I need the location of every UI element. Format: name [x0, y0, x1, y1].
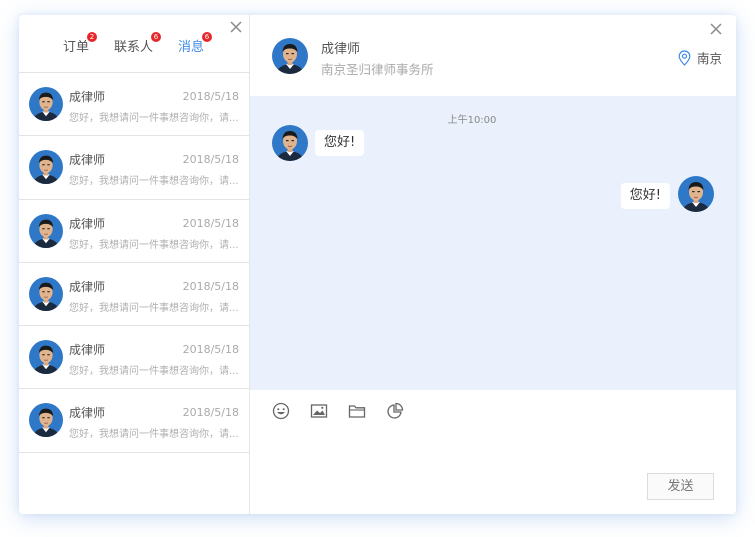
conversation-preview: 您好，我想请问一件事想咨询你，请... [69, 239, 239, 251]
tab-orders-label: 订单 [63, 40, 90, 55]
avatar [272, 125, 308, 161]
tab-contacts[interactable]: 联系人 6 [114, 32, 162, 55]
conversation-name: 成律师 [69, 216, 106, 231]
avatar [678, 176, 714, 212]
tab-messages-label: 消息 [178, 40, 205, 55]
composer-toolbar [250, 390, 736, 430]
send-button[interactable]: 发送 [647, 473, 714, 500]
conversation-date: 2018/5/18 [182, 406, 239, 420]
close-icon[interactable] [229, 20, 243, 34]
tab-messages-badge: 6 [202, 32, 213, 42]
message-area[interactable]: 上午10:00 您好! 您好! [250, 96, 736, 390]
avatar [29, 340, 63, 374]
conversation-preview: 您好，我想请问一件事想咨询你，请... [69, 302, 239, 314]
avatar [272, 38, 308, 74]
message-bubble-received: 您好! [315, 130, 365, 156]
tab-messages[interactable]: 消息 6 [178, 32, 213, 55]
conversation-name: 成律师 [69, 153, 106, 168]
contact-firm: 南京圣归律师事务所 [321, 62, 434, 77]
conversation-name: 成律师 [69, 90, 106, 104]
list-item[interactable]: 成律师 2018/5/18 您好，我想请问一件事想咨询你，请... [19, 263, 250, 327]
conversation-name: 成律师 [69, 343, 106, 358]
avatar [29, 150, 63, 184]
conversation-date: 2018/5/18 [182, 216, 239, 230]
avatar [29, 214, 63, 248]
avatar [29, 87, 63, 121]
chat-panel: 成律师 南京圣归律师事务所 南京 上午10:00 您好! 您好! 发送 [250, 15, 736, 514]
contact-name: 成律师 [321, 42, 361, 57]
list-item[interactable]: 成律师 2018/5/18 您好，我想请问一件事想咨询你，请... [19, 326, 250, 390]
close-icon[interactable] [709, 22, 723, 36]
message-bubble-sent: 您好! [620, 183, 670, 209]
conversation-list: 成律师 2018/5/18 您好，我想请问一件事想咨询你，请... 成律师 20… [19, 73, 250, 453]
conversation-name: 成律师 [69, 406, 106, 421]
tab-bar: 订单 2 联系人 6 消息 6 [19, 15, 250, 73]
conversation-name: 成律师 [69, 279, 106, 294]
list-item[interactable]: 成律师 2018/5/18 您好，我想请问一件事想咨询你，请... [19, 389, 250, 453]
list-item[interactable]: 成律师 2018/5/18 您好，我想请问一件事想咨询你，请... [19, 136, 250, 200]
tab-orders-badge: 2 [87, 32, 98, 42]
image-icon[interactable] [310, 402, 328, 420]
folder-icon[interactable] [348, 402, 366, 420]
message-timestamp: 上午10:00 [447, 115, 497, 126]
conversation-date: 2018/5/18 [182, 90, 239, 103]
chat-header: 成律师 南京圣归律师事务所 南京 [250, 15, 736, 96]
tab-contacts-badge: 6 [151, 32, 162, 42]
location-label: 南京 [696, 51, 722, 66]
tab-contacts-label: 联系人 [114, 40, 154, 55]
conversation-preview: 您好，我想请问一件事想咨询你，请... [69, 366, 239, 378]
conversation-preview: 您好，我想请问一件事想咨询你，请... [69, 176, 239, 188]
location-pin-icon [678, 49, 691, 66]
conversation-date: 2018/5/18 [182, 153, 239, 167]
avatar [29, 277, 63, 311]
chat-window: 订单 2 联系人 6 消息 6 成律师 2018/5/18 您好，我想请问一件事… [19, 15, 736, 514]
conversation-preview: 您好，我想请问一件事想咨询你，请... [69, 429, 239, 441]
avatar [29, 403, 63, 437]
contact-location: 南京 [678, 48, 722, 67]
conversation-preview: 您好，我想请问一件事想咨询你，请... [69, 113, 239, 124]
conversation-date: 2018/5/18 [182, 343, 239, 357]
tab-orders[interactable]: 订单 2 [63, 32, 98, 55]
emoji-icon[interactable] [272, 402, 290, 420]
left-panel: 订单 2 联系人 6 消息 6 成律师 2018/5/18 您好，我想请问一件事… [19, 15, 250, 514]
list-item[interactable]: 成律师 2018/5/18 您好，我想请问一件事想咨询你，请... [19, 73, 250, 137]
conversation-date: 2018/5/18 [182, 279, 239, 293]
list-item[interactable]: 成律师 2018/5/18 您好，我想请问一件事想咨询你，请... [19, 200, 250, 263]
pie-chart-icon[interactable] [386, 402, 404, 420]
message-input[interactable] [250, 430, 736, 470]
